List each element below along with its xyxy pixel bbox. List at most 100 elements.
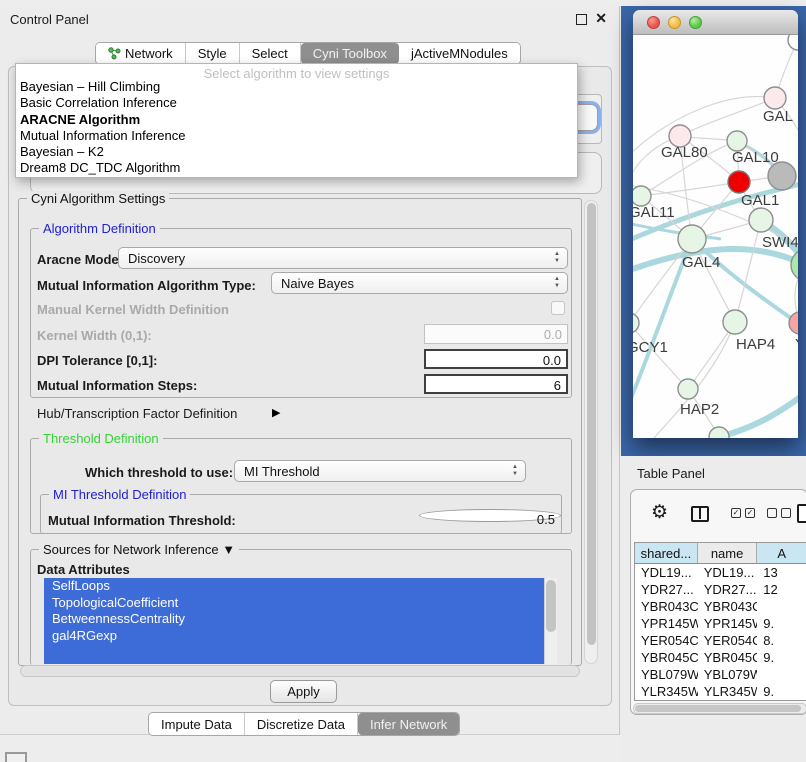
mi-steps-input[interactable]: 6	[424, 374, 568, 394]
algorithm-option[interactable]: ARACNE Algorithm	[16, 112, 577, 128]
network-edge[interactable]	[641, 182, 739, 196]
mi-type-select[interactable]: Naive Bayes ▲▼	[271, 272, 568, 294]
control-panel-titlebar[interactable]: Control Panel ✕	[0, 6, 619, 32]
node-table: shared...nameA YDL19...YDL19...13YDR27..…	[634, 542, 806, 701]
network-canvas[interactable]: GALGAL80GAL10GAL1SWI4GAL11GAL4GCY1HAP4YH…	[633, 35, 798, 438]
table-cell: YBL079W	[698, 666, 758, 683]
table-cell: YLR345W	[635, 683, 698, 700]
network-edge[interactable]	[735, 220, 761, 322]
table-row[interactable]: YPR145WYPR145W9.	[635, 615, 806, 632]
algorithm-definition-title: Algorithm Definition	[39, 221, 160, 236]
network-graph[interactable]: GALGAL80GAL10GAL1SWI4GAL11GAL4GCY1HAP4YH…	[633, 35, 798, 438]
hub-section-label[interactable]: Hub/Transcription Factor Definition	[37, 406, 237, 421]
algorithm-option[interactable]: Mutual Information Inference	[16, 128, 577, 144]
network-edge-thick[interactable]	[719, 387, 798, 437]
collapse-right-icon[interactable]: ▶	[272, 406, 280, 419]
table-window: ⚙ ✓✓ shared...nameA YDL19...YDL19...13YD…	[630, 489, 806, 715]
network-node-y[interactable]	[789, 312, 798, 334]
algorithm-option[interactable]: Bayesian – Hill Climbing	[16, 79, 577, 95]
table-row[interactable]: YIL052CYIL052C9	[635, 700, 806, 701]
network-edge[interactable]	[680, 98, 775, 136]
new-column-icon[interactable]	[797, 504, 806, 523]
column-layout-icon[interactable]	[691, 506, 709, 522]
network-window-titlebar[interactable]	[633, 10, 798, 35]
table-row[interactable]: YDR27...YDR27...12	[635, 581, 806, 598]
expand-down-icon[interactable]: ▼	[222, 542, 235, 557]
algorithm-option[interactable]: Basic Correlation Inference	[16, 95, 577, 111]
settings-gear-icon[interactable]: ⚙	[651, 503, 668, 523]
table-scrollbar-thumb[interactable]	[635, 705, 801, 712]
attribute-item[interactable]: SelfLoops	[44, 578, 557, 595]
table-row[interactable]: YBR043CYBR043C	[635, 598, 806, 615]
settings-horizontal-scrollbar[interactable]	[20, 665, 580, 677]
attribute-item[interactable]: TopologicalCoefficient	[44, 595, 557, 612]
tab-style[interactable]: Style	[186, 43, 240, 64]
network-edge[interactable]	[633, 239, 692, 323]
table-cell: YDR27...	[635, 581, 698, 598]
tab-label: Cyni Toolbox	[313, 46, 387, 61]
network-node-gal4[interactable]	[678, 225, 706, 253]
attributes-scrollbar[interactable]	[544, 578, 557, 664]
which-threshold-select[interactable]: MI Threshold ▲▼	[234, 460, 526, 482]
column-header-3[interactable]: A	[757, 543, 806, 563]
minimize-traffic-light[interactable]	[668, 16, 681, 29]
aracne-mode-select[interactable]: Discovery ▲▼	[118, 247, 568, 269]
data-attributes-list[interactable]: SelfLoopsTopologicalCoefficientBetweenne…	[44, 578, 557, 664]
settings-group-title: Cyni Algorithm Settings	[27, 191, 169, 206]
table-row[interactable]: YLR345WYLR345W9.	[635, 683, 806, 700]
screen: Control Panel ✕ NetworkStyleSelect Cyni T…	[0, 0, 806, 762]
threshold-definition-title: Threshold Definition	[39, 431, 163, 446]
select-all-columns-icon[interactable]: ✓✓	[731, 508, 755, 518]
network-node[interactable]	[791, 249, 798, 281]
settings-vertical-scrollbar[interactable]	[584, 200, 598, 664]
dpi-tolerance-input[interactable]: 0.0	[424, 349, 568, 369]
data-attributes-label: Data Attributes	[37, 562, 130, 577]
table-cell: YLR345W	[698, 683, 758, 700]
apply-button[interactable]: Apply	[270, 680, 337, 703]
algorithm-option[interactable]: Bayesian – K2	[16, 144, 577, 160]
network-node-gal1[interactable]	[728, 171, 750, 193]
network-node[interactable]	[788, 35, 798, 50]
column-header-1[interactable]: shared...	[635, 543, 698, 563]
settings-scrollbar-thumb[interactable]	[587, 203, 596, 645]
zoom-traffic-light[interactable]	[689, 16, 702, 29]
table-row[interactable]: YBL079WYBL079W	[635, 666, 806, 683]
algorithm-option[interactable]: Dream8 DC_TDC Algorithm	[16, 160, 577, 176]
network-node-gal10[interactable]	[727, 131, 747, 151]
network-node-swi4[interactable]	[749, 208, 773, 232]
tab-impute-data[interactable]: Impute Data	[149, 713, 245, 735]
attribute-item[interactable]: BetweennessCentrality	[44, 611, 557, 628]
close-traffic-light[interactable]	[647, 16, 660, 29]
table-horizontal-scrollbar[interactable]	[633, 703, 806, 714]
manual-kernel-checkbox[interactable]	[551, 301, 565, 315]
network-node-hap2[interactable]	[678, 379, 698, 399]
network-node-gal[interactable]	[764, 87, 786, 109]
mi-threshold-input[interactable]: 0.5	[419, 509, 561, 522]
attributes-scrollbar-thumb[interactable]	[546, 580, 556, 632]
tab-infer-network[interactable]: Infer Network	[358, 713, 459, 735]
close-icon[interactable]: ✕	[595, 10, 607, 27]
table-cell: YER054C	[635, 632, 698, 649]
float-window-icon[interactable]	[576, 14, 587, 25]
table-cell: 9.	[757, 649, 806, 666]
tab-network[interactable]: Network	[96, 43, 186, 64]
network-node-hap4[interactable]	[723, 310, 747, 334]
tab-cyni-toolbox[interactable]: Cyni Toolbox	[301, 43, 399, 64]
column-header-2[interactable]: name	[698, 543, 758, 563]
network-node[interactable]	[709, 427, 729, 438]
deselect-all-columns-icon[interactable]	[767, 508, 791, 518]
network-node-gcy1[interactable]	[633, 313, 639, 333]
kernel-width-input[interactable]: 0.0	[424, 324, 568, 344]
attribute-item[interactable]: gal4RGexp	[44, 628, 557, 645]
tab-select[interactable]: Select	[240, 43, 301, 64]
table-row[interactable]: YDL19...YDL19...13	[635, 564, 806, 581]
table-row[interactable]: YER054CYER054C8.	[635, 632, 806, 649]
table-row[interactable]: YBR045CYBR045C9.	[635, 649, 806, 666]
tab-discretize-data[interactable]: Discretize Data	[245, 713, 358, 735]
network-node[interactable]	[768, 162, 796, 190]
tab-jactivemnodules[interactable]: jActiveMNodules	[399, 43, 520, 64]
collapsed-panel-icon[interactable]	[5, 752, 27, 762]
algorithm-dropdown-list[interactable]: Select algorithm to view settings Bayesi…	[15, 63, 578, 178]
network-edge[interactable]	[633, 323, 688, 389]
network-node-gal11[interactable]	[633, 186, 651, 206]
